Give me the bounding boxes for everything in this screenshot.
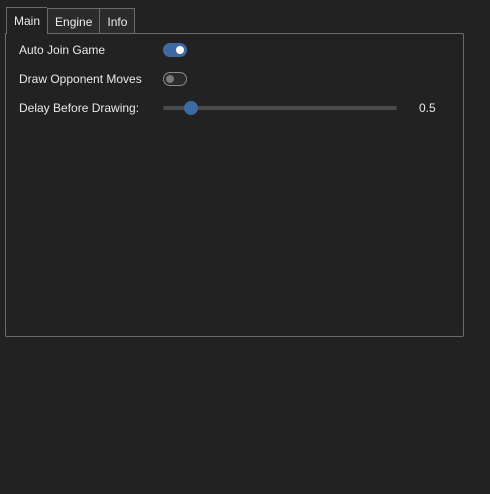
toggle-knob xyxy=(176,46,184,54)
toggle-knob xyxy=(166,75,174,83)
auto-join-label: Auto Join Game xyxy=(19,43,106,57)
tab-main[interactable]: Main xyxy=(6,7,48,34)
main-settings-panel: Auto Join Game Draw Opponent Moves Delay… xyxy=(5,33,464,337)
tab-bar: Main Engine Info xyxy=(6,7,136,34)
auto-join-toggle[interactable] xyxy=(163,43,187,57)
draw-opponent-toggle[interactable] xyxy=(163,72,187,86)
delay-value: 0.5 xyxy=(419,101,436,115)
draw-opponent-label: Draw Opponent Moves xyxy=(19,72,142,86)
delay-slider[interactable] xyxy=(163,101,397,115)
delay-label: Delay Before Drawing: xyxy=(19,101,140,115)
tab-info[interactable]: Info xyxy=(99,8,136,33)
delay-slider-thumb[interactable] xyxy=(184,101,199,115)
tab-engine[interactable]: Engine xyxy=(47,8,100,33)
